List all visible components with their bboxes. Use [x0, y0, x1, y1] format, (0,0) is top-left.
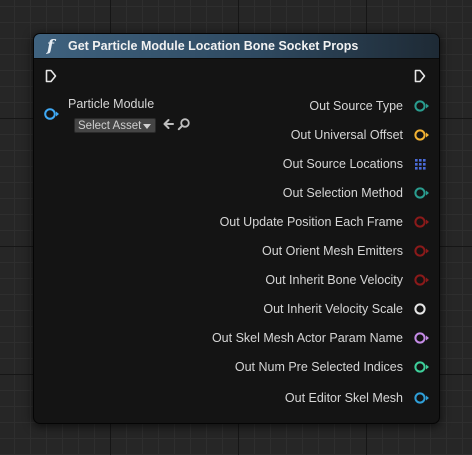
bool-output-pin-icon[interactable] [413, 215, 431, 229]
exec-in-pin-icon[interactable] [45, 69, 57, 83]
output-row: Out Inherit Velocity Scale [263, 299, 439, 319]
output-row: Out Source Locations [283, 154, 439, 174]
output-pin-label: Out Inherit Velocity Scale [263, 302, 403, 316]
output-pin-label: Out Orient Mesh Emitters [261, 244, 403, 258]
output-row: Out Source Type [309, 96, 439, 116]
output-row: Out Num Pre Selected Indices [235, 357, 439, 377]
struct-output-pin-icon[interactable] [413, 128, 431, 142]
browse-search-icon[interactable] [177, 117, 191, 131]
output-row: Out Update Position Each Frame [220, 212, 439, 232]
output-row: Out Editor Skel Mesh [285, 388, 439, 408]
output-row: Out Universal Offset [291, 125, 439, 145]
output-row: Out Inherit Bone Velocity [265, 270, 439, 290]
output-pin-label: Out Editor Skel Mesh [284, 391, 403, 405]
name-output-pin-icon[interactable] [413, 331, 431, 345]
blueprint-node[interactable]: f Get Particle Module Location Bone Sock… [33, 33, 440, 424]
particle-module-input-pin-icon[interactable] [43, 107, 61, 121]
bool-output-pin-icon[interactable] [413, 273, 431, 287]
select-asset-dropdown[interactable]: Select Asset [74, 118, 156, 133]
node-header[interactable]: f Get Particle Module Location Bone Sock… [34, 34, 439, 59]
chevron-down-icon [143, 124, 151, 129]
output-pin-label: Out Source Locations [282, 157, 403, 171]
output-pin-label: Out Skel Mesh Actor Param Name [211, 331, 403, 345]
float-output-pin-icon[interactable] [413, 302, 431, 316]
object-output-pin-icon[interactable] [413, 391, 431, 405]
use-selected-arrow-icon[interactable] [161, 117, 175, 131]
output-pin-label: Out Source Type [309, 99, 403, 113]
output-pin-label: Out Inherit Bone Velocity [265, 273, 403, 287]
output-row: Out Skel Mesh Actor Param Name [212, 328, 439, 348]
node-title: Get Particle Module Location Bone Socket… [68, 39, 359, 53]
output-pin-label: Out Universal Offset [290, 128, 403, 142]
output-pin-label: Out Update Position Each Frame [219, 215, 403, 229]
output-pin-label: Out Selection Method [282, 186, 403, 200]
int-output-pin-icon[interactable] [413, 360, 431, 374]
bool-output-pin-icon[interactable] [413, 244, 431, 258]
enum-output-pin-icon[interactable] [413, 186, 431, 200]
output-row: Out Selection Method [283, 183, 439, 203]
output-pin-label: Out Num Pre Selected Indices [234, 360, 403, 374]
output-row: Out Orient Mesh Emitters [262, 241, 439, 261]
particle-module-label: Particle Module [68, 97, 155, 111]
exec-out-pin-icon[interactable] [414, 69, 426, 83]
array-output-pin-icon[interactable] [413, 157, 431, 171]
enum-output-pin-icon[interactable] [413, 99, 431, 113]
function-icon: f [47, 36, 54, 55]
